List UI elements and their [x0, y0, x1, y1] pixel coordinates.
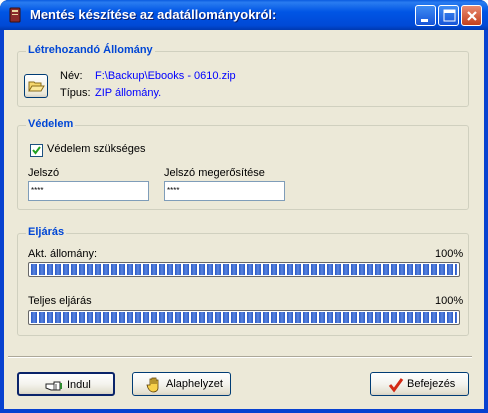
- start-button[interactable]: Indul: [17, 372, 115, 396]
- current-file-progress: [28, 262, 460, 277]
- confirm-password-field[interactable]: ****: [164, 181, 285, 201]
- minimize-button[interactable]: [415, 5, 436, 26]
- browse-button[interactable]: [24, 74, 48, 98]
- button-separator: [8, 356, 472, 358]
- check-mark-icon: [32, 146, 41, 155]
- total-process-percent: 100%: [435, 295, 464, 307]
- type-value: ZIP állomány.: [95, 87, 162, 99]
- close-icon: [467, 11, 477, 21]
- finish-button-label: Befejezés: [407, 378, 456, 390]
- type-label: Típus:: [60, 87, 91, 99]
- maximize-button[interactable]: [438, 5, 459, 26]
- password-label: Jelszó: [28, 167, 60, 179]
- file-group-heading: Létrehozandó Állomány: [26, 44, 155, 56]
- finish-button[interactable]: Befejezés: [370, 372, 469, 396]
- window-title: Mentés készítése az adatállományokról:: [30, 7, 277, 22]
- protection-checkbox[interactable]: [30, 144, 43, 157]
- reset-button[interactable]: Alaphelyzet: [132, 372, 231, 396]
- total-process-progress-fill: [31, 312, 457, 323]
- password-field[interactable]: ****: [28, 181, 149, 201]
- protection-checkbox-label[interactable]: Védelem szükséges: [47, 143, 145, 155]
- current-file-progress-fill: [31, 264, 457, 275]
- total-process-progress: [28, 310, 460, 325]
- current-file-percent: 100%: [435, 248, 464, 260]
- reset-button-label: Alaphelyzet: [166, 378, 223, 390]
- close-button[interactable]: [461, 5, 482, 26]
- name-value: F:\Backup\Ebooks - 0610.zip: [95, 70, 236, 82]
- start-button-label: Indul: [67, 379, 91, 391]
- minimize-icon: [421, 19, 428, 22]
- title-bar[interactable]: Mentés készítése az adatállományokról:: [0, 0, 488, 30]
- total-process-label: Teljes eljárás: [28, 295, 92, 307]
- process-group-heading: Eljárás: [26, 226, 67, 238]
- maximize-icon: [443, 9, 456, 22]
- folder-open-icon: [28, 81, 45, 92]
- hand-pointer-icon: [45, 378, 62, 394]
- app-window: Mentés készítése az adatállományokról: L…: [0, 0, 488, 413]
- protection-group-heading: Védelem: [26, 118, 76, 130]
- hand-stop-icon: [146, 376, 162, 393]
- confirm-password-label: Jelszó megerősítése: [164, 167, 265, 179]
- current-file-label: Akt. állomány:: [28, 248, 98, 260]
- app-icon: [7, 7, 23, 23]
- name-label: Név:: [60, 70, 83, 82]
- red-check-icon: [388, 377, 404, 393]
